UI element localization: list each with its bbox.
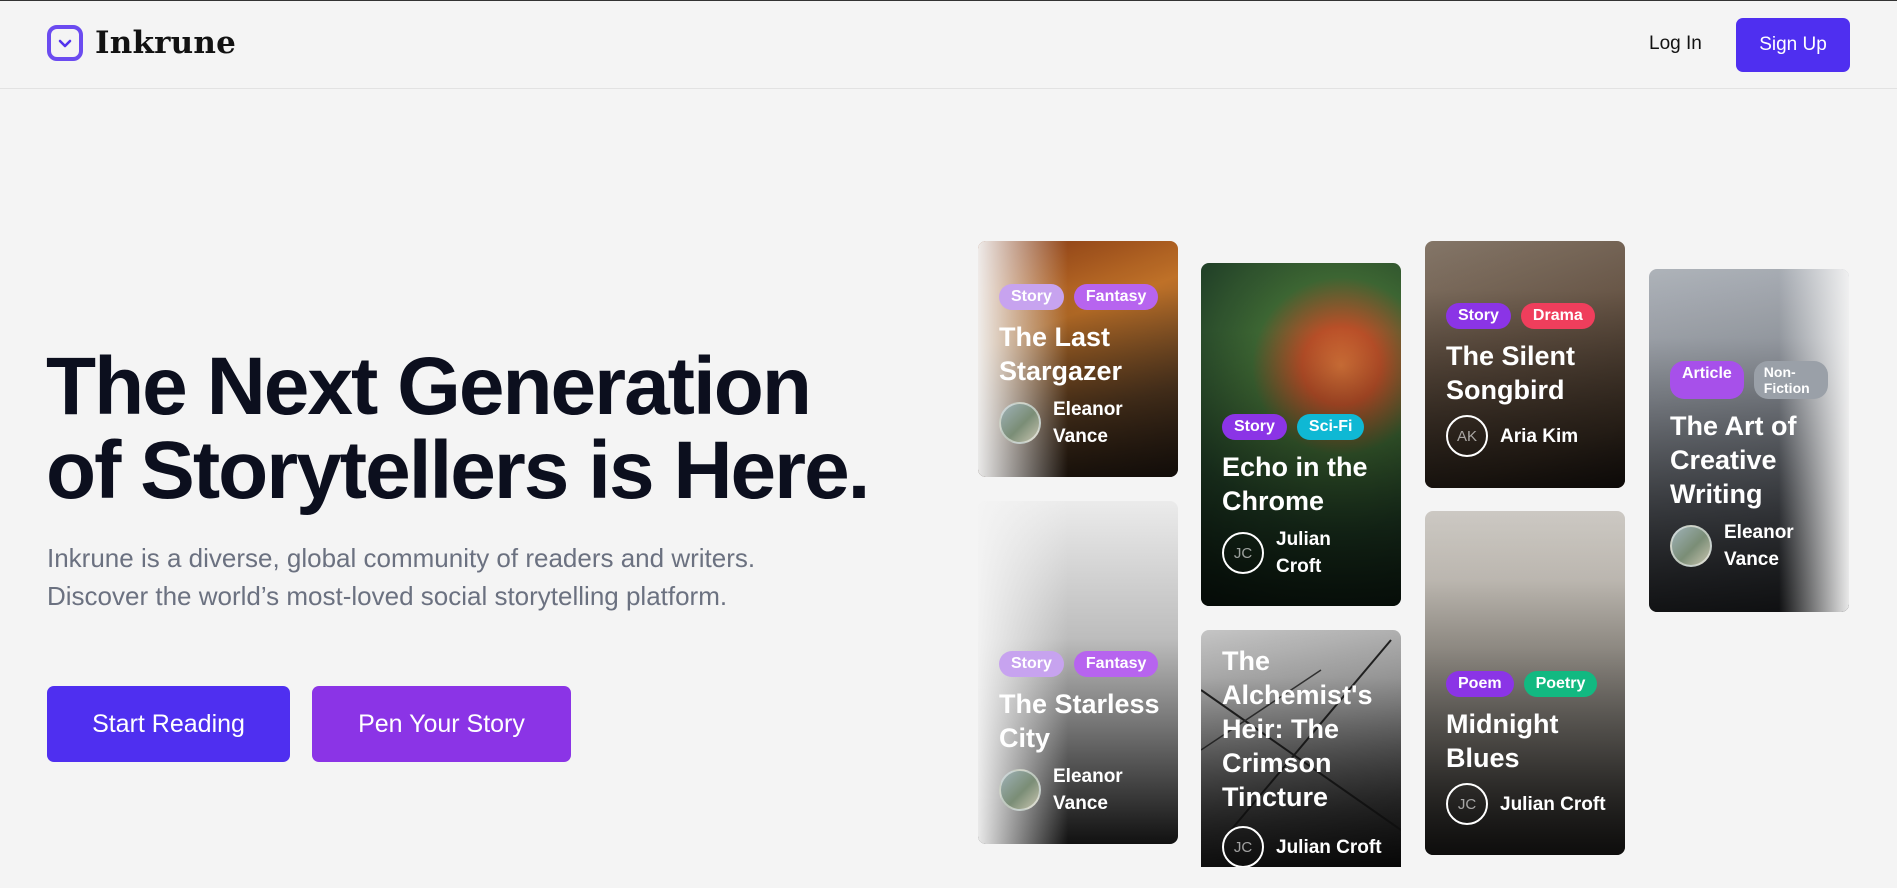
card-title: The Art of Creative Writing: [1670, 411, 1797, 509]
hero-title-line-1: The Next Generation: [46, 341, 812, 432]
story-card[interactable]: Story Fantasy The Starless City Eleanor …: [978, 501, 1178, 844]
top-nav: Inkrune Log In Sign Up: [0, 1, 1897, 89]
hero-title: The Next Generation of Storytellers is H…: [46, 345, 926, 513]
author-name: Eleanor Vance: [1724, 522, 1794, 570]
story-card[interactable]: Story Sci-Fi Echo in the Chrome JC Julia…: [1201, 263, 1401, 606]
avatar: AK: [1446, 415, 1488, 457]
brand-logo[interactable]: Inkrune: [47, 25, 236, 61]
avatar: JC: [1222, 532, 1264, 574]
story-card[interactable]: Story Fantasy The Last Stargazer Eleanor…: [978, 241, 1178, 477]
card-title: Echo in the Chrome: [1222, 452, 1368, 516]
brand-name: Inkrune: [95, 25, 237, 61]
tag-badge[interactable]: Fantasy: [1073, 651, 1159, 677]
pen-your-story-button[interactable]: Pen Your Story: [312, 686, 571, 762]
tag-badge[interactable]: Poetry: [1523, 671, 1598, 697]
author-name: Aria Kim: [1500, 425, 1579, 447]
avatar: [999, 402, 1041, 444]
card-title: The Silent Songbird: [1446, 341, 1576, 405]
chevron-down-circle-icon: [47, 25, 83, 61]
signup-button[interactable]: Sign Up: [1736, 18, 1850, 72]
author-name: Julian Croft: [1276, 836, 1382, 858]
card-title: The Starless City: [999, 689, 1160, 753]
card-author: Eleanor Vance: [999, 763, 1166, 817]
author-name: Julian Croft: [1500, 793, 1606, 815]
card-title: The Alchemist's Heir: The Crimson Tinctu…: [1222, 646, 1373, 812]
avatar: [1670, 525, 1712, 567]
tag-badge[interactable]: Poem: [1446, 671, 1514, 697]
author-name: Eleanor Vance: [1053, 399, 1123, 447]
card-author: JC Julian Croft: [1446, 783, 1613, 825]
tag-badge[interactable]: Story: [1446, 303, 1511, 329]
tag-badge[interactable]: Non-Fiction: [1753, 361, 1828, 399]
login-link[interactable]: Log In: [1649, 33, 1702, 55]
card-title: Midnight Blues: [1446, 709, 1559, 773]
card-author: AK Aria Kim: [1446, 415, 1613, 457]
story-card[interactable]: Article Non-Fiction The Art of Creative …: [1649, 269, 1849, 612]
tag-badge[interactable]: Fantasy: [1073, 284, 1159, 310]
tag-badge[interactable]: Story: [999, 651, 1064, 677]
story-card[interactable]: Story Drama The Silent Songbird AK Aria …: [1425, 241, 1625, 488]
author-name: Julian Croft: [1276, 529, 1331, 577]
card-author: JC Julian Croft: [1222, 826, 1389, 867]
start-reading-button[interactable]: Start Reading: [47, 686, 290, 762]
card-author: Eleanor Vance: [1670, 519, 1837, 573]
hero-subtitle: Inkrune is a diverse, global community o…: [47, 543, 756, 611]
avatar: JC: [1222, 826, 1264, 867]
tag-badge[interactable]: Story: [1222, 414, 1287, 440]
tag-badge[interactable]: Drama: [1520, 303, 1595, 329]
tag-badge[interactable]: Article: [1670, 361, 1744, 399]
author-name: Eleanor Vance: [1053, 766, 1123, 814]
story-card[interactable]: Poem Poetry Midnight Blues JC Julian Cro…: [1425, 511, 1625, 855]
story-card[interactable]: The Alchemist's Heir: The Crimson Tinctu…: [1201, 630, 1401, 867]
card-title: The Last Stargazer: [999, 322, 1123, 386]
tag-badge[interactable]: Sci-Fi: [1296, 414, 1365, 440]
tag-badge[interactable]: Story: [999, 284, 1064, 310]
avatar: [999, 769, 1041, 811]
card-author: Eleanor Vance: [999, 396, 1166, 450]
card-author: JC Julian Croft: [1222, 526, 1389, 580]
avatar: JC: [1446, 783, 1488, 825]
hero-title-line-2: of Storytellers is Here.: [46, 425, 870, 516]
